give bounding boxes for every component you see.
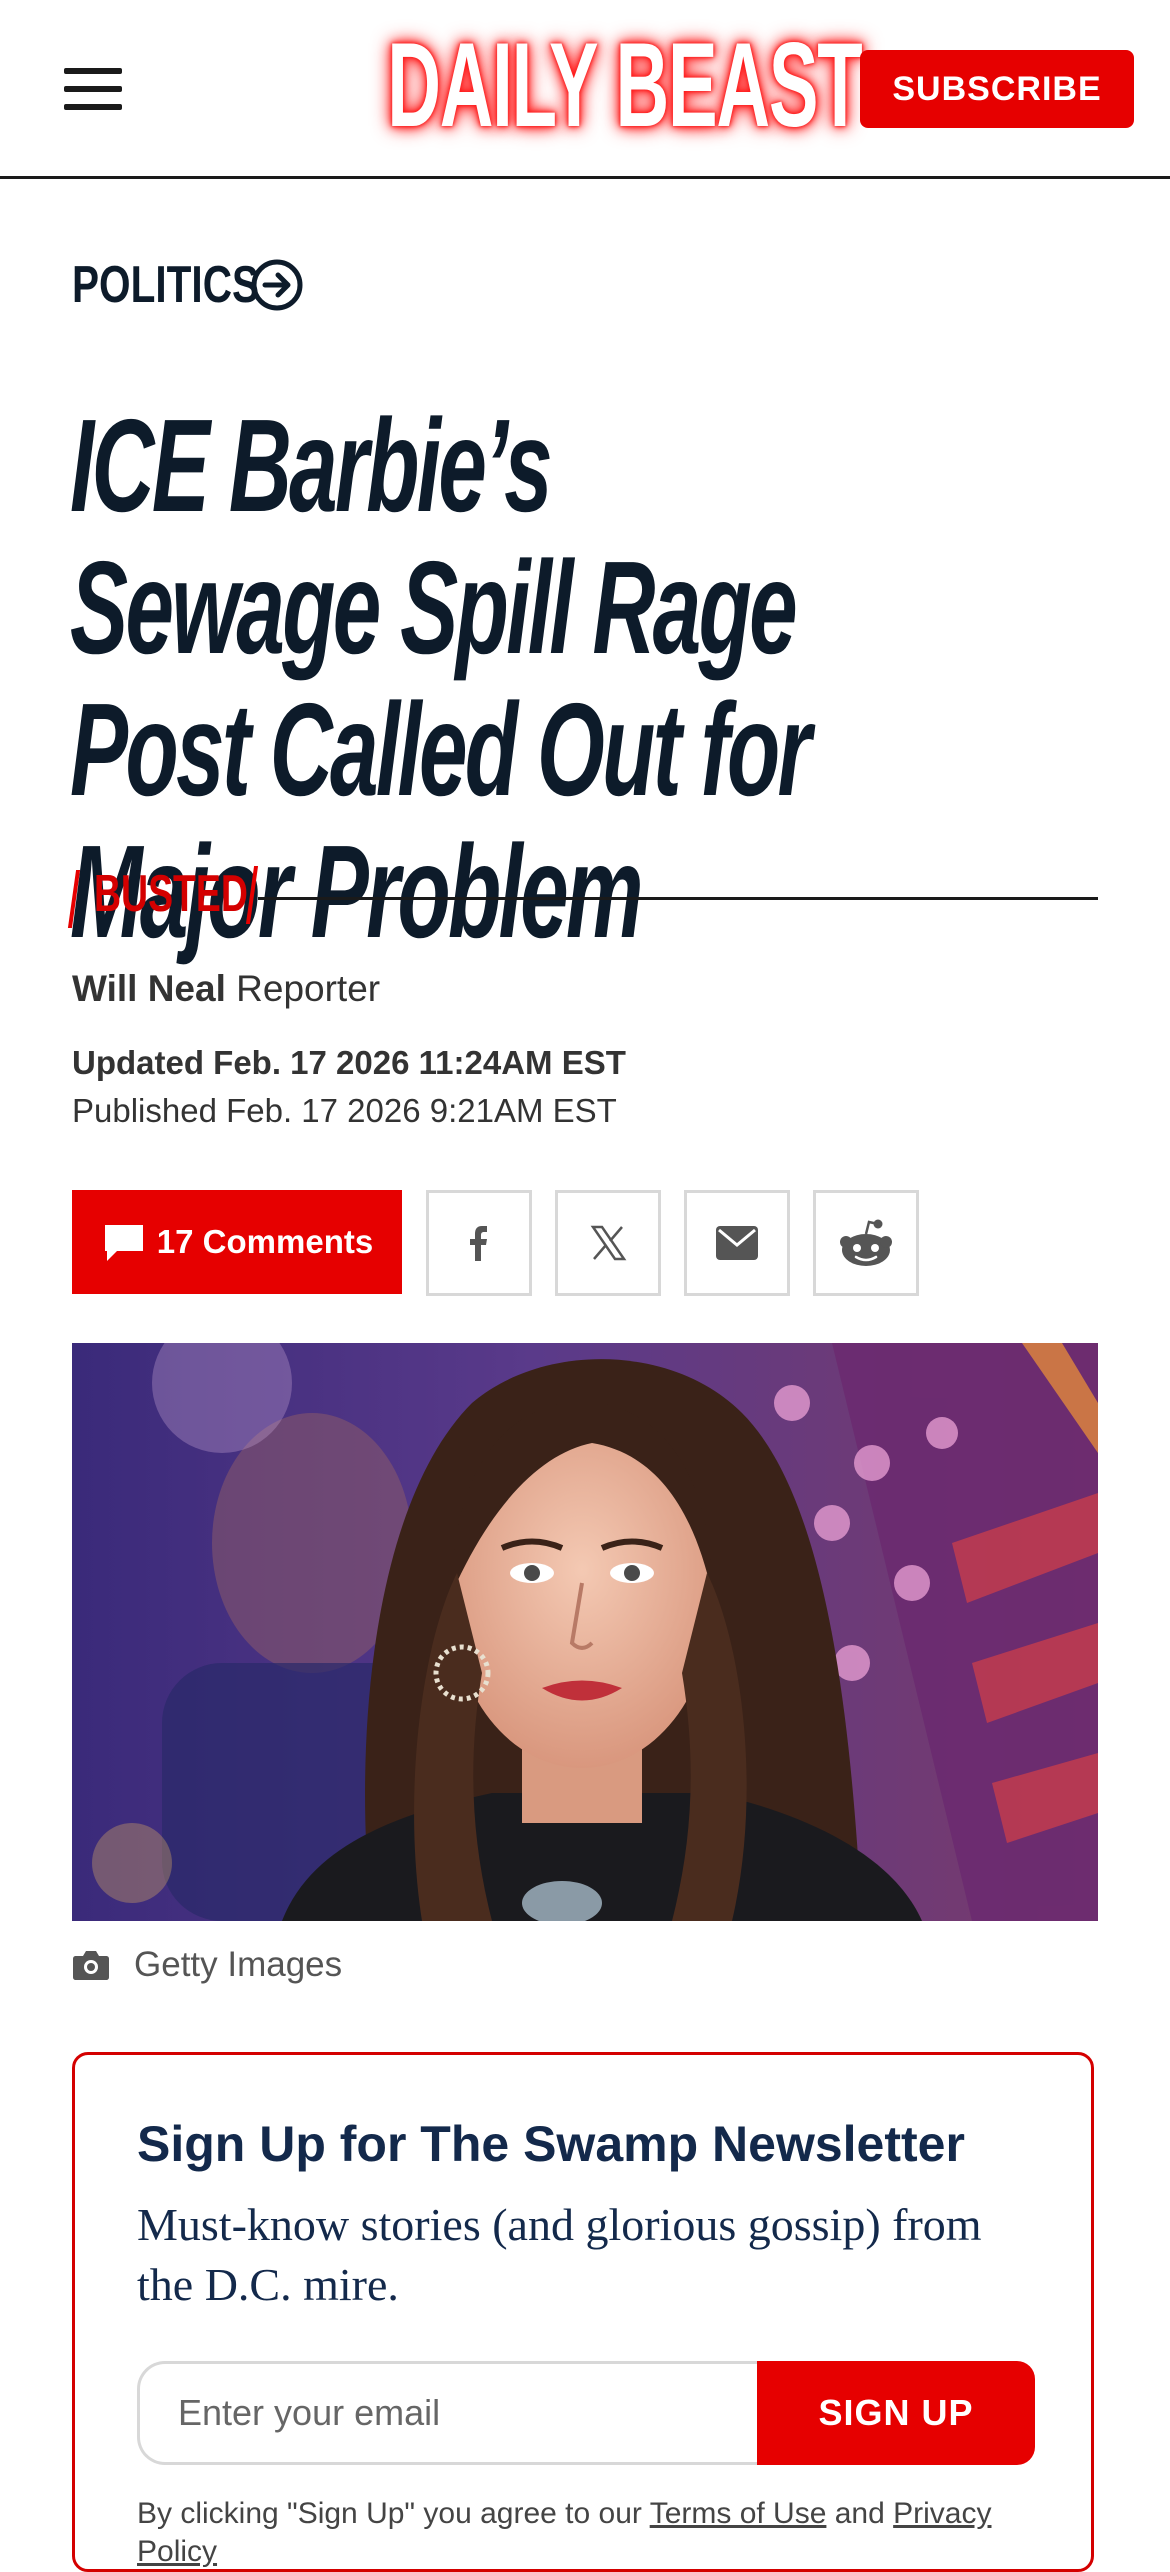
subscribe-button[interactable]: SUBSCRIBE (860, 50, 1134, 128)
menu-icon[interactable] (64, 68, 122, 112)
share-x-button[interactable] (555, 1190, 661, 1296)
newsletter-legal: By clicking "Sign Up" you agree to our T… (137, 2495, 1037, 2571)
email-input[interactable] (137, 2361, 757, 2465)
section-link[interactable]: POLITICS (72, 255, 304, 315)
comment-icon (104, 1225, 143, 1261)
newsletter-description: Must-know stories (and glorious gossip) … (137, 2199, 982, 2310)
article-tag[interactable]: BUSTED (94, 864, 248, 924)
updated-timestamp: Updated Feb. 17 2026 11:24AM EST (72, 1044, 626, 1081)
published-timestamp: Published Feb. 17 2026 9:21AM EST (72, 1092, 617, 1129)
x-icon (590, 1225, 627, 1261)
hero-photo (72, 1343, 1098, 1921)
image-credit: Getty Images (72, 1945, 342, 1985)
comments-count-label: 17 Comments (156, 1223, 374, 1260)
facebook-icon (470, 1226, 487, 1261)
newsletter-title: Sign Up for The Swamp Newsletter (137, 2116, 965, 2172)
share-reddit-button[interactable] (813, 1190, 919, 1296)
legal-text: By clicking "Sign Up" you agree to our (137, 2497, 650, 2530)
camera-icon (73, 1951, 109, 1980)
tag-rule (258, 897, 1098, 900)
byline: Will Neal Reporter (72, 968, 380, 1010)
share-email-button[interactable] (684, 1190, 790, 1296)
image-credit-text: Getty Images (134, 1945, 343, 1984)
terms-link[interactable]: Terms of Use (650, 2497, 827, 2530)
signup-button[interactable]: SIGN UP (757, 2361, 1035, 2465)
reddit-icon (840, 1219, 892, 1266)
newsletter-signup: Sign Up for The Swamp Newsletter Must-kn… (72, 2052, 1094, 2572)
site-logo[interactable]: DAILY BEAST (387, 20, 862, 150)
email-icon (716, 1226, 758, 1260)
author-role: Reporter (236, 968, 381, 1009)
comments-button[interactable]: 17 Comments (72, 1190, 402, 1294)
hero-image (72, 1343, 1098, 1921)
section-label: POLITICS (72, 256, 260, 314)
share-facebook-button[interactable] (426, 1190, 532, 1296)
author-name[interactable]: Will Neal (72, 968, 226, 1009)
legal-and: and (826, 2497, 894, 2530)
site-header: DAILY BEAST SUBSCRIBE (0, 0, 1170, 179)
